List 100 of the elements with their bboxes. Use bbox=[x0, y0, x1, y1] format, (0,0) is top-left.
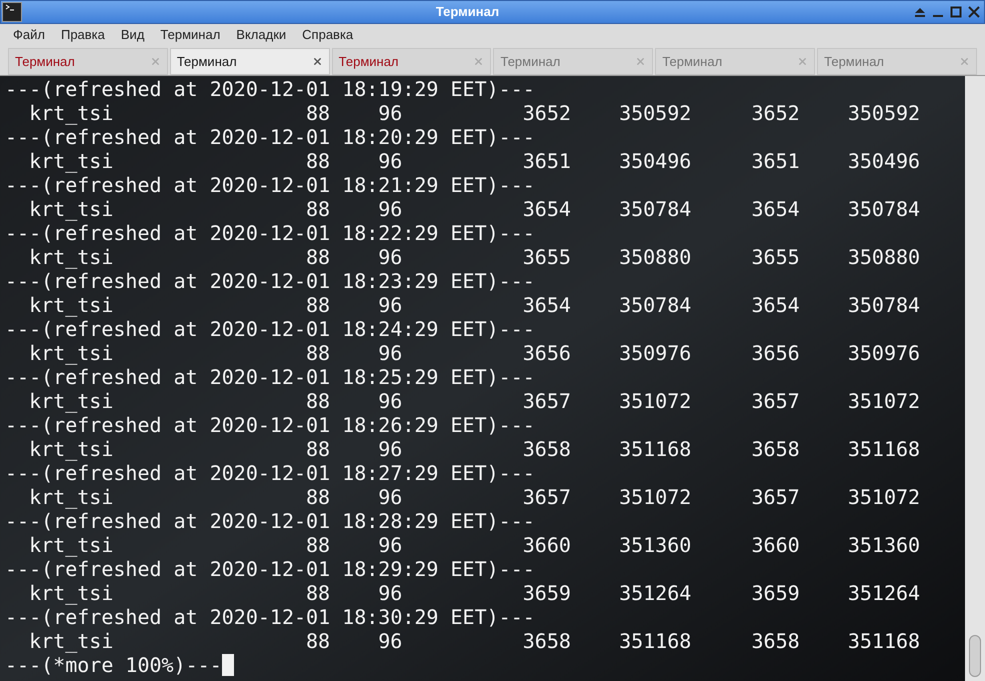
output-value: krt_tsi bbox=[29, 437, 114, 461]
output-value: 3654 bbox=[522, 293, 571, 317]
window-title: Терминал bbox=[434, 3, 500, 22]
output-value: krt_tsi bbox=[29, 293, 114, 317]
output-value: 350976 bbox=[848, 341, 920, 365]
output-value: 96 bbox=[378, 293, 402, 317]
output-value: 88 bbox=[306, 437, 330, 461]
close-icon[interactable] bbox=[312, 56, 323, 67]
scrollbar[interactable] bbox=[965, 76, 985, 681]
output-value: 3657 bbox=[522, 485, 571, 509]
refresh-header: ---(refreshed at 2020-12-01 18:28:29 EET)--- bbox=[5, 509, 535, 533]
output-value: 3654 bbox=[522, 197, 571, 221]
output-value: 88 bbox=[306, 149, 330, 173]
output-value: 351360 bbox=[619, 533, 692, 557]
menu-item[interactable]: Вкладки bbox=[236, 25, 286, 45]
output-value: 351264 bbox=[848, 581, 920, 605]
output-value: 88 bbox=[306, 197, 330, 221]
maximize-icon[interactable] bbox=[949, 6, 963, 18]
output-value: krt_tsi bbox=[29, 581, 114, 605]
output-value: 96 bbox=[378, 149, 402, 173]
scrollbar-thumb[interactable] bbox=[969, 635, 981, 677]
output-value: krt_tsi bbox=[29, 101, 114, 125]
close-icon[interactable] bbox=[967, 6, 981, 18]
output-value: 3657 bbox=[522, 389, 571, 413]
menu-item[interactable]: Правка bbox=[60, 25, 105, 45]
output-value: 96 bbox=[378, 581, 402, 605]
output-value: krt_tsi bbox=[29, 389, 114, 413]
cursor bbox=[222, 654, 234, 676]
output-value: 350976 bbox=[619, 341, 692, 365]
output-value: 96 bbox=[378, 485, 402, 509]
menu-item[interactable]: Файл bbox=[13, 25, 45, 45]
output-value: 3659 bbox=[522, 581, 571, 605]
output-value: 350496 bbox=[848, 149, 920, 173]
output-value: 350784 bbox=[848, 197, 920, 221]
output-value: 3657 bbox=[752, 389, 800, 413]
output-value: krt_tsi bbox=[29, 149, 114, 173]
tab[interactable]: Терминал bbox=[8, 48, 168, 75]
output-value: 3656 bbox=[522, 341, 571, 365]
output-value: 88 bbox=[306, 245, 330, 269]
output-value: 350592 bbox=[848, 101, 920, 125]
menu-item[interactable]: Терминал bbox=[160, 25, 220, 45]
terminal-icon bbox=[2, 2, 22, 22]
output-value: 351264 bbox=[619, 581, 692, 605]
output-value: 350784 bbox=[848, 293, 920, 317]
output-value: krt_tsi bbox=[29, 533, 114, 557]
output-value: 3654 bbox=[752, 293, 800, 317]
output-value: 88 bbox=[306, 581, 330, 605]
output-value: krt_tsi bbox=[29, 629, 114, 653]
output-value: krt_tsi bbox=[29, 485, 114, 509]
output-value: 3655 bbox=[522, 245, 571, 269]
refresh-header: ---(refreshed at 2020-12-01 18:29:29 EET)--- bbox=[5, 557, 535, 581]
refresh-header: ---(refreshed at 2020-12-01 18:19:29 EET)--- bbox=[5, 77, 535, 101]
output-value: 3651 bbox=[752, 149, 800, 173]
output-value: 96 bbox=[378, 197, 402, 221]
output-value: 96 bbox=[378, 437, 402, 461]
output-value: 3660 bbox=[522, 533, 571, 557]
output-value: 96 bbox=[378, 341, 402, 365]
output-value: 96 bbox=[378, 101, 402, 125]
menu-item[interactable]: Справка bbox=[302, 25, 354, 45]
output-value: 88 bbox=[306, 293, 330, 317]
shade-icon[interactable] bbox=[913, 6, 927, 18]
output-value: 351168 bbox=[848, 437, 920, 461]
output-value: 350592 bbox=[619, 101, 692, 125]
output-value: 88 bbox=[306, 341, 330, 365]
output-value: 350784 bbox=[619, 293, 692, 317]
output-value: 3658 bbox=[522, 629, 571, 653]
output-value: 3652 bbox=[752, 101, 800, 125]
output-value: 351360 bbox=[848, 533, 920, 557]
output-value: 351072 bbox=[848, 485, 920, 509]
output-value: krt_tsi bbox=[29, 341, 114, 365]
refresh-header: ---(refreshed at 2020-12-01 18:21:29 EET)--- bbox=[5, 173, 535, 197]
refresh-header: ---(refreshed at 2020-12-01 18:23:29 EET)--- bbox=[5, 269, 535, 293]
output-value: 96 bbox=[378, 533, 402, 557]
output-value: 350496 bbox=[619, 149, 692, 173]
refresh-header: ---(refreshed at 2020-12-01 18:27:29 EET)--- bbox=[5, 461, 535, 485]
refresh-header: ---(refreshed at 2020-12-01 18:26:29 EET)--- bbox=[5, 413, 535, 437]
refresh-header: ---(refreshed at 2020-12-01 18:30:29 EET)--- bbox=[5, 605, 535, 629]
output-value: 96 bbox=[378, 629, 402, 653]
output-value: 3660 bbox=[752, 533, 800, 557]
tab[interactable]: Терминал bbox=[170, 48, 330, 75]
output-value: 96 bbox=[378, 245, 402, 269]
output-value: 3651 bbox=[522, 149, 571, 173]
refresh-header: ---(refreshed at 2020-12-01 18:25:29 EET)--- bbox=[5, 365, 535, 389]
refresh-header: ---(refreshed at 2020-12-01 18:24:29 EET)--- bbox=[5, 317, 535, 341]
output-value: 351072 bbox=[619, 485, 692, 509]
pager-prompt: ---(*more 100%)--- bbox=[5, 653, 222, 677]
output-value: 3657 bbox=[752, 485, 800, 509]
output-value: 3655 bbox=[752, 245, 800, 269]
output-value: 3652 bbox=[522, 101, 571, 125]
output-value: 351168 bbox=[848, 629, 920, 653]
output-value: 351168 bbox=[619, 437, 692, 461]
output-value: 88 bbox=[306, 485, 330, 509]
output-value: 350880 bbox=[848, 245, 920, 269]
refresh-header: ---(refreshed at 2020-12-01 18:22:29 EET)--- bbox=[5, 221, 535, 245]
refresh-header: ---(refreshed at 2020-12-01 18:20:29 EET)--- bbox=[5, 125, 535, 149]
menu-item[interactable]: Вид bbox=[120, 25, 144, 45]
output-value: 88 bbox=[306, 533, 330, 557]
output-value: 3656 bbox=[752, 341, 800, 365]
output-value: 3658 bbox=[752, 437, 800, 461]
tab[interactable]: Терминал bbox=[332, 48, 492, 75]
